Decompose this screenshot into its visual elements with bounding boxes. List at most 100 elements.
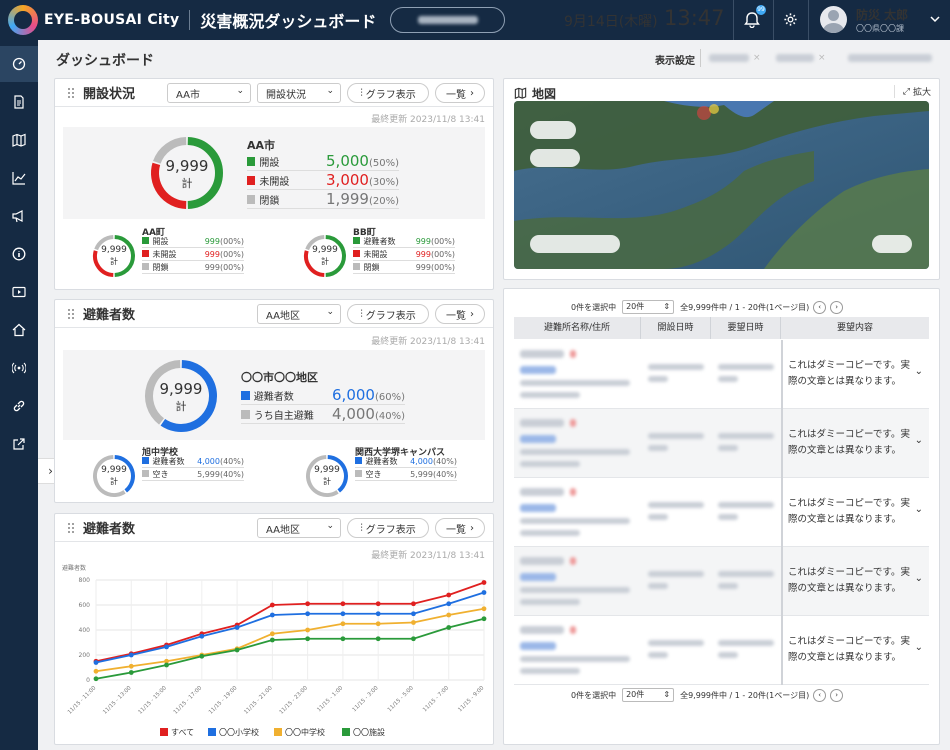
next-page-button[interactable]: › <box>830 688 844 702</box>
graph-view-button[interactable]: ⫶ グラフ表示 <box>347 304 429 324</box>
list-button[interactable]: 一覧 › <box>435 518 485 538</box>
area-select[interactable]: AA地区 ⌄ <box>257 304 341 324</box>
sub-donut: 9,999 計 <box>305 454 349 498</box>
map-view[interactable] <box>514 101 929 269</box>
table-row[interactable]: これはダミーコピーです。実際の文章とは異なります。 ⌄ <box>514 340 929 409</box>
stat-value: 6,000 <box>332 386 375 404</box>
per-page-select[interactable]: 20件 ⇕ <box>622 688 675 702</box>
prev-page-button[interactable]: ‹ <box>813 688 827 702</box>
last-updated: 最終更新 2023/11/8 13:41 <box>371 115 485 125</box>
chevron-down-icon[interactable] <box>930 15 940 23</box>
redacted-text <box>520 668 580 674</box>
sidebar-item-map[interactable] <box>0 122 38 158</box>
redacted-link[interactable] <box>520 504 556 512</box>
list-button[interactable]: 一覧 › <box>435 304 485 324</box>
graph-view-button[interactable]: ⫶ グラフ表示 <box>347 83 429 103</box>
chevron-down-icon[interactable]: ⌄ <box>915 435 923 446</box>
legend-swatch <box>342 728 350 736</box>
redacted-text <box>570 419 576 427</box>
table-row[interactable]: これはダミーコピーです。実際の文章とは異なります。 ⌄ <box>514 547 929 616</box>
page-summary: 全9,999件中 / 1 - 20件(1ページ目) <box>680 302 810 312</box>
status-select[interactable]: 開設状況 ⌄ <box>257 83 341 103</box>
redacted-link[interactable] <box>520 435 556 443</box>
donut-total: 9,999 <box>101 245 127 255</box>
area-select[interactable]: AA地区 ⌄ <box>257 518 341 538</box>
gear-icon[interactable] <box>783 12 798 27</box>
prev-page-button[interactable]: ‹ <box>813 300 827 314</box>
data-point <box>164 662 169 668</box>
chevron-down-icon[interactable]: ⌄ <box>915 573 923 584</box>
sidebar-item-links[interactable] <box>0 388 38 424</box>
redacted-link[interactable] <box>520 366 556 374</box>
sidebar-item-shelter[interactable] <box>0 312 38 348</box>
sidebar-item-info[interactable] <box>0 236 38 272</box>
chevron-updown-icon: ⇕ <box>663 690 671 699</box>
map-layer-button[interactable] <box>530 121 576 139</box>
city-select[interactable]: AA市 ⌄ <box>167 83 251 103</box>
x-tick-label: 11/15 - 3:00 <box>352 685 380 713</box>
display-filter-2[interactable]: × <box>776 49 826 67</box>
request-content: これはダミーコピーです。実際の文章とは異なります。 <box>788 567 910 594</box>
table-row[interactable]: これはダミーコピーです。実際の文章とは異なります。 ⌄ <box>514 616 929 685</box>
redacted-link[interactable] <box>520 642 556 650</box>
table-row[interactable]: これはダミーコピーです。実際の文章とは異なります。 ⌄ <box>514 409 929 478</box>
stat-row: うち自主避難 4,000 (40%) <box>241 405 405 424</box>
redacted-text <box>648 640 704 646</box>
graph-view-button[interactable]: ⫶ グラフ表示 <box>347 518 429 538</box>
map-icon <box>12 133 26 147</box>
legend-label: 〇〇施設 <box>353 727 385 737</box>
per-page-select[interactable]: 20件 ⇕ <box>622 300 675 314</box>
sidebar-item-reports[interactable] <box>0 84 38 120</box>
drag-handle-icon[interactable] <box>67 307 75 320</box>
y-tick-label: 400 <box>79 627 91 634</box>
redacted-text <box>648 571 704 577</box>
sidebar-item-analytics[interactable] <box>0 160 38 196</box>
next-page-button[interactable]: › <box>830 300 844 314</box>
map-layer-button[interactable] <box>530 235 620 253</box>
map-layer-button[interactable] <box>872 235 912 253</box>
column-header[interactable]: 開設日時 <box>641 317 711 339</box>
display-filter-1[interactable]: × <box>700 49 761 67</box>
chevron-down-icon[interactable]: ⌄ <box>915 642 923 653</box>
logo[interactable]: EYE-BOUSAI City <box>8 5 179 35</box>
map-layer-button[interactable] <box>530 149 580 167</box>
redacted-text <box>648 583 668 589</box>
chevron-down-icon: ⌄ <box>236 86 244 96</box>
stat-percent: (40%) <box>219 470 244 479</box>
sidebar-item-dashboard[interactable] <box>0 46 38 82</box>
chevron-down-icon[interactable]: ⌄ <box>915 366 923 377</box>
last-updated: 最終更新 2023/11/8 13:41 <box>371 337 485 347</box>
table-row[interactable]: これはダミーコピーです。実際の文章とは異なります。 ⌄ <box>514 478 929 547</box>
data-point <box>375 601 381 607</box>
evacuee-line-chart: 避難者数 0 200 400 600 800 11/15 - 11:00 11/15 - 13… <box>62 564 487 737</box>
disaster-select-pill[interactable] <box>390 7 506 33</box>
sidebar-item-video[interactable] <box>0 274 38 310</box>
list-button[interactable]: 一覧 › <box>435 83 485 103</box>
drag-handle-icon[interactable] <box>67 86 75 99</box>
sidebar-item-broadcast[interactable] <box>0 350 38 386</box>
chevron-down-icon[interactable]: ⌄ <box>915 504 923 515</box>
redacted-link[interactable] <box>520 573 556 581</box>
y-tick-label: 800 <box>79 577 91 584</box>
donut-total-label: 計 <box>175 400 187 413</box>
redacted-text <box>520 626 564 634</box>
x-tick-label: 11/15 - 5:00 <box>387 685 415 713</box>
expand-button[interactable]: ⤢ 拡大 <box>893 85 931 98</box>
status-select-value: 開設状況 <box>266 89 306 101</box>
sidebar-item-external[interactable] <box>0 426 38 462</box>
drag-handle-icon[interactable] <box>67 521 75 534</box>
column-header[interactable]: 要望内容 <box>781 317 929 339</box>
display-filter-3[interactable] <box>848 49 932 67</box>
column-header[interactable]: 避難所名称/住所 <box>514 317 641 339</box>
stat-label: 閉鎖 <box>152 263 169 272</box>
video-icon <box>12 286 26 298</box>
selected-count: 0件を選択中 <box>571 690 617 700</box>
sub-stat-row: 避難者数 999 (00%) <box>353 236 455 248</box>
redacted-text <box>648 652 668 658</box>
column-header[interactable]: 要望日時 <box>711 317 781 339</box>
stat-label: 避難者数 <box>152 457 185 466</box>
avatar[interactable] <box>820 6 847 33</box>
sidebar-item-announce[interactable] <box>0 198 38 234</box>
redacted-text <box>648 514 668 520</box>
stat-label: うち自主避難 <box>253 411 314 422</box>
